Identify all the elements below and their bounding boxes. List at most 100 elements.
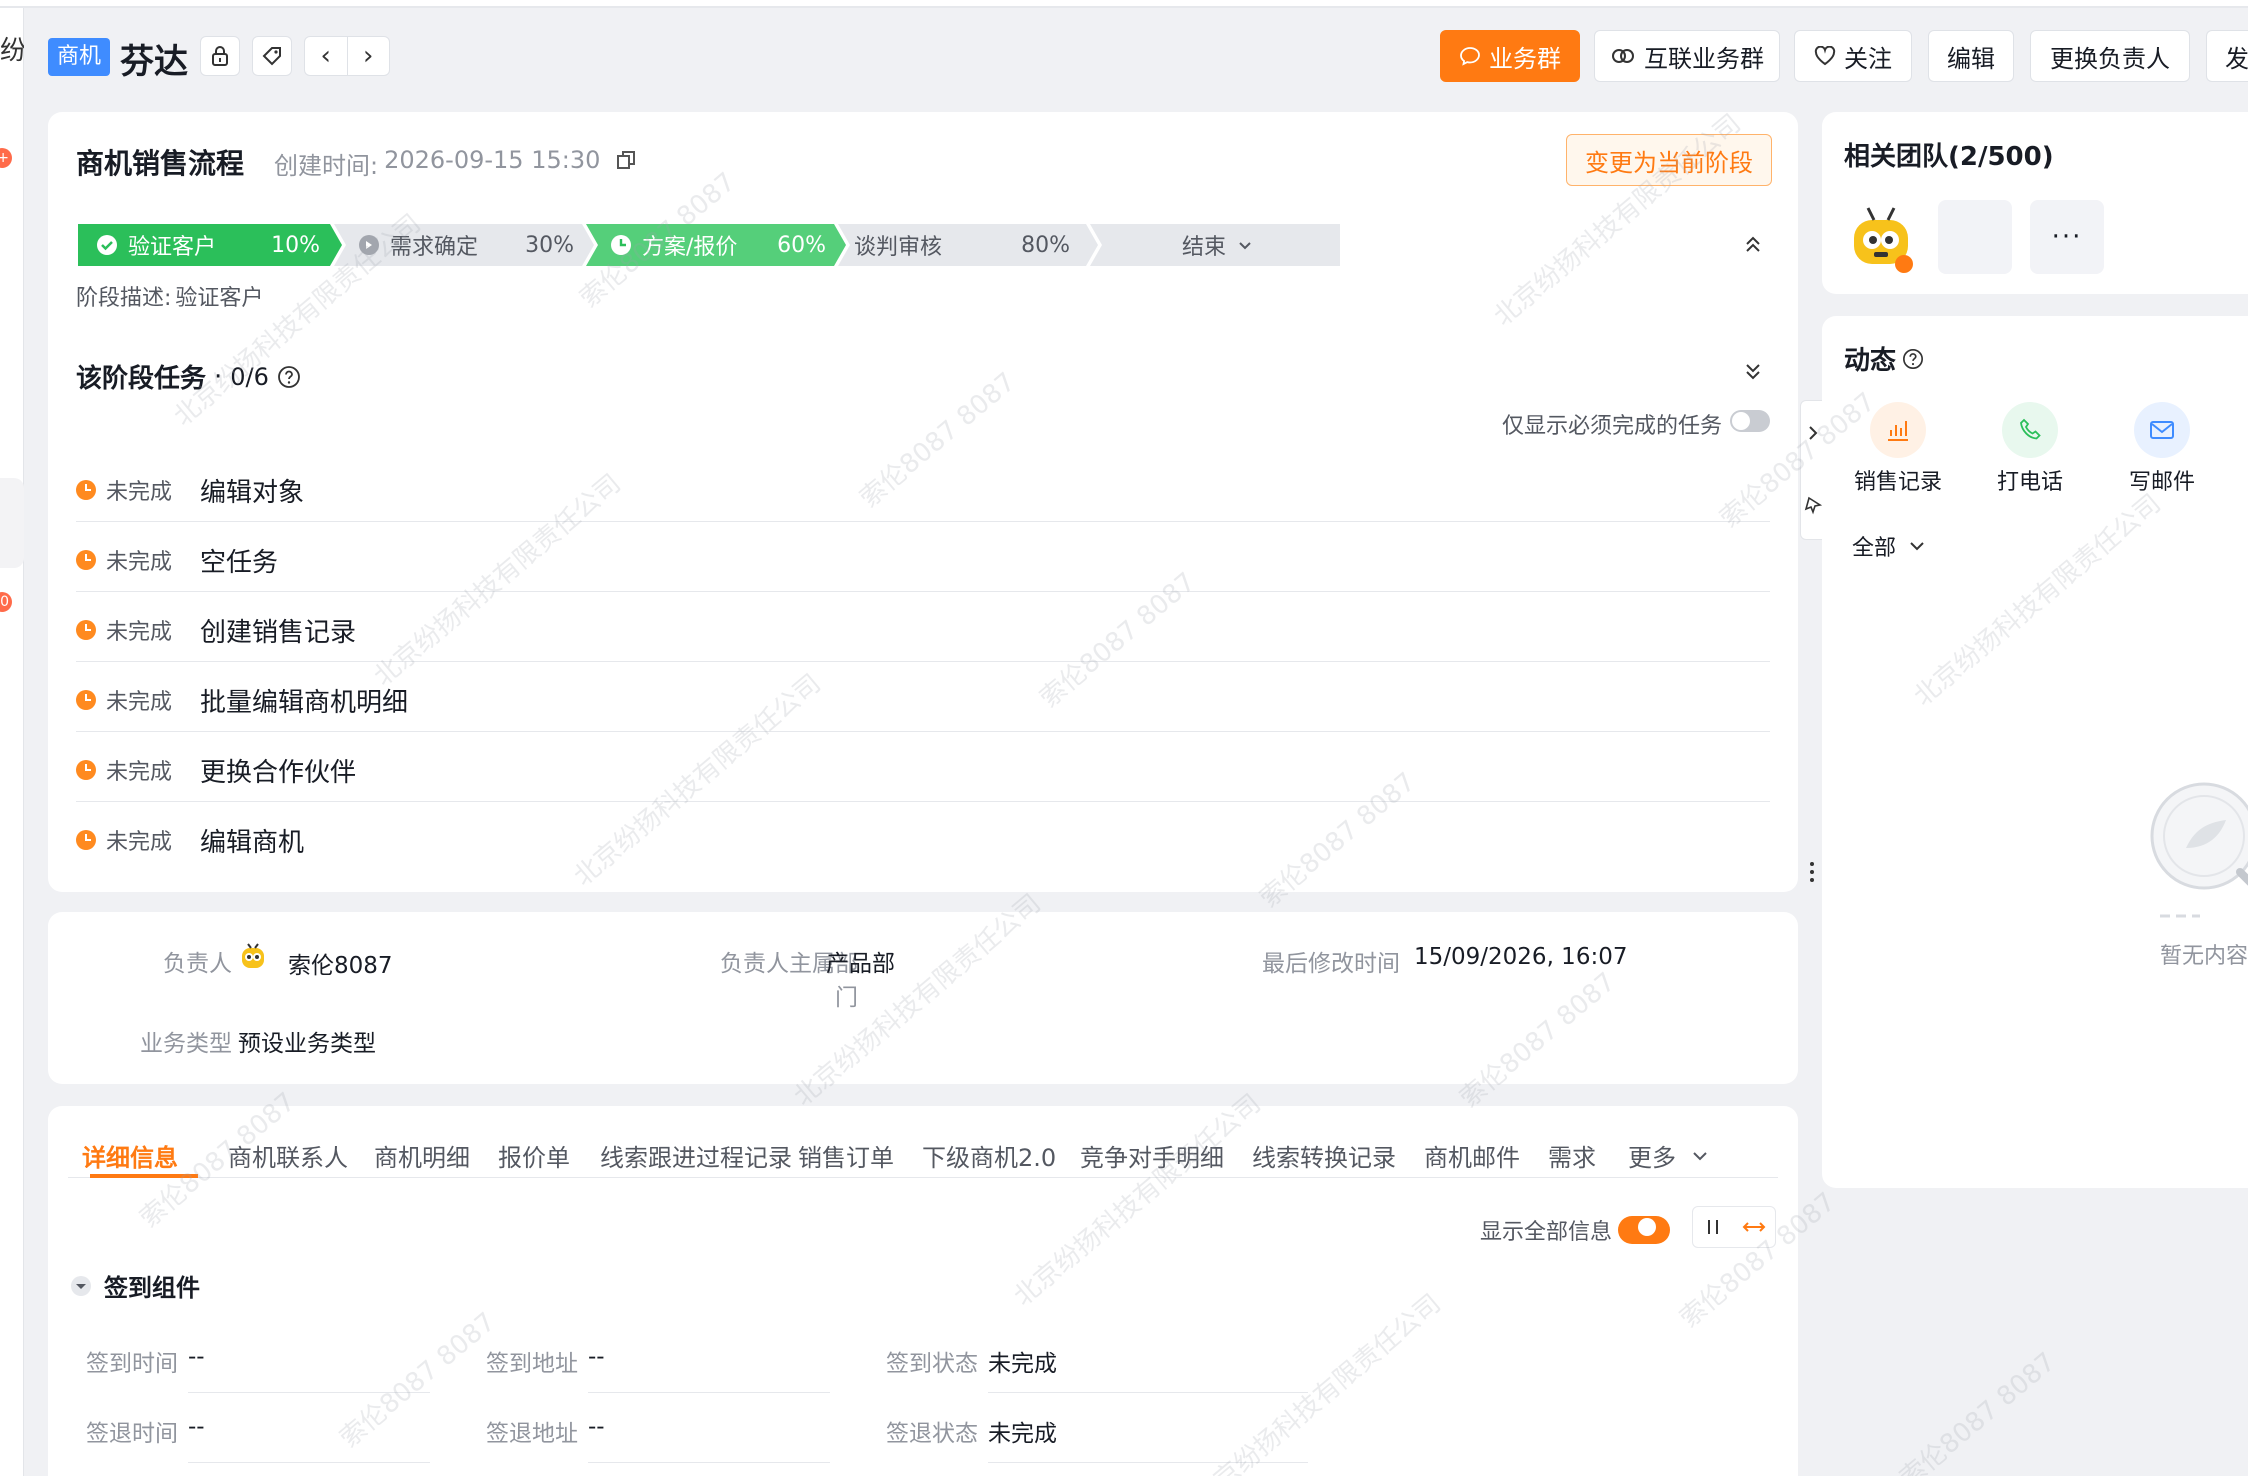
team-more-button[interactable]: ··· — [2030, 200, 2104, 274]
team-member-placeholder[interactable] — [1938, 200, 2012, 274]
activity-filter[interactable]: 全部 — [1852, 530, 1926, 562]
tab-quotes[interactable]: 报价单 — [498, 1138, 570, 1173]
checkin-field-value: -- — [188, 1344, 205, 1370]
task-row[interactable]: 未完成 编辑对象 — [76, 452, 1770, 522]
stage-5-end[interactable]: 结束 — [1108, 224, 1328, 266]
field-divider — [588, 1462, 830, 1463]
tab-emails[interactable]: 商机邮件 — [1424, 1138, 1520, 1173]
biztype-label: 业务类型 — [140, 1031, 232, 1057]
task-row[interactable]: 未完成 批量编辑商机明细 — [76, 662, 1770, 732]
task-name[interactable]: 编辑对象 — [200, 472, 304, 509]
stage-4[interactable]: 谈判审核 80% — [854, 224, 1070, 266]
modified-value: 15/09/2026, 16:07 — [1414, 944, 1628, 970]
task-name[interactable]: 更换合作伙伴 — [200, 752, 356, 789]
required-filter-toggle[interactable] — [1730, 410, 1770, 432]
task-row[interactable]: 未完成 创建销售记录 — [76, 592, 1770, 662]
team-member-avatar[interactable] — [1844, 202, 1918, 276]
watermark-text: 索伦8087 8087 — [1894, 1347, 2062, 1476]
change-stage-button[interactable]: 变更为当前阶段 — [1566, 134, 1772, 186]
task-name[interactable]: 编辑商机 — [200, 822, 304, 859]
lock-icon[interactable] — [200, 36, 240, 76]
chevron-down-icon — [1693, 1151, 1707, 1160]
task-name[interactable]: 空任务 — [200, 542, 278, 579]
change-owner-button[interactable]: 更换负责人 — [2030, 30, 2190, 82]
field-divider — [188, 1392, 430, 1393]
task-row[interactable]: 未完成 空任务 — [76, 522, 1770, 592]
pin-icon — [1804, 496, 1823, 515]
task-name[interactable]: 创建销售记录 — [200, 612, 356, 649]
expand-width-icon[interactable] — [1742, 1217, 1766, 1237]
heart-icon — [1814, 46, 1836, 66]
sales-record-icon[interactable] — [1870, 402, 1926, 458]
pending-clock-icon — [76, 760, 96, 780]
skip-circle-icon — [359, 235, 379, 255]
task-status-label: 未完成 — [106, 690, 173, 715]
pending-clock-icon — [76, 830, 96, 850]
prev-record-button[interactable]: ‹ — [305, 37, 348, 75]
layout-toggle-group — [1692, 1206, 1776, 1248]
left-rail-segment[interactable] — [0, 478, 24, 568]
task-row[interactable]: 未完成 更换合作伙伴 — [76, 732, 1770, 802]
task-status: 未完成 — [76, 614, 172, 646]
collapse-up-icon[interactable] — [1742, 234, 1764, 256]
task-status-label: 未完成 — [106, 620, 173, 645]
detail-card: 详细信息 商机联系人 商机明细 报价单 线索跟进过程记录 销售订单 下级商机2.… — [48, 1106, 1798, 1476]
task-row[interactable]: 未完成 编辑商机 — [76, 802, 1770, 872]
check-circle-icon — [97, 235, 117, 255]
tab-requirements[interactable]: 需求 — [1548, 1138, 1596, 1173]
object-type-tag: 商机 — [48, 38, 111, 76]
copy-icon[interactable] — [616, 150, 636, 170]
more-actions-button[interactable]: 发起 — [2206, 30, 2248, 82]
follow-button[interactable]: 关注 — [1794, 30, 1912, 82]
tab-opportunity-items[interactable]: 商机明细 — [374, 1138, 470, 1173]
stage-bar: 验证客户 10% 需求确定 30% 方案/报价 60% 谈判审核 80% 结束 — [78, 224, 1340, 266]
email-icon[interactable] — [2134, 402, 2190, 458]
checkin-section-header[interactable]: 签到组件 — [70, 1268, 200, 1303]
edit-button[interactable]: 编辑 — [1928, 30, 2014, 82]
field-divider — [188, 1462, 430, 1463]
phone-icon[interactable] — [2002, 402, 2058, 458]
help-icon[interactable] — [277, 365, 301, 389]
phone-label[interactable]: 打电话 — [1970, 464, 2090, 496]
next-record-button[interactable]: › — [348, 37, 390, 75]
task-status: 未完成 — [76, 684, 172, 716]
linked-group-button[interactable]: 互联业务群 — [1594, 30, 1780, 82]
tab-detail-info[interactable]: 详细信息 — [82, 1138, 178, 1173]
checkin-field-label: 签到状态 — [886, 1351, 978, 1377]
empty-text: 暂无内容 — [2160, 944, 2248, 969]
owner-avatar[interactable] — [236, 940, 270, 974]
owner-value[interactable]: 索伦8087 — [288, 946, 393, 980]
show-all-toggle[interactable] — [1618, 1216, 1670, 1244]
left-rail-badge[interactable]: + — [0, 148, 12, 168]
window-top-edge — [0, 0, 2248, 8]
stage-1[interactable]: 验证客户 10% — [96, 224, 320, 266]
tab-more[interactable]: 更多 — [1628, 1138, 1710, 1173]
checkin-field-value: -- — [188, 1414, 205, 1440]
expand-down-icon[interactable] — [1742, 360, 1764, 382]
tab-competitors[interactable]: 竞争对手明细 — [1080, 1138, 1224, 1173]
chevron-down-icon — [1910, 542, 1924, 551]
side-collapse-tab[interactable] — [1800, 400, 1824, 540]
task-status-label: 未完成 — [106, 480, 173, 505]
task-name[interactable]: 批量编辑商机明细 — [200, 682, 408, 719]
left-rail-badge-2[interactable]: 0 — [0, 592, 12, 612]
tab-sales-orders[interactable]: 销售订单 — [798, 1138, 894, 1173]
stage-3-current[interactable]: 方案/报价 60% — [610, 224, 826, 266]
tab-contacts[interactable]: 商机联系人 — [228, 1138, 348, 1173]
sales-record-label[interactable]: 销售记录 — [1838, 464, 1958, 496]
columns-icon[interactable] — [1703, 1217, 1723, 1237]
summary-card: 负责人 索伦8087 负责人主属部门 产品部 最后修改时间 15/09/2026… — [48, 912, 1798, 1084]
tab-lead-conversion[interactable]: 线索转换记录 — [1252, 1138, 1396, 1173]
tab-lead-followup[interactable]: 线索跟进过程记录 — [600, 1138, 792, 1173]
help-icon[interactable] — [1902, 348, 1924, 370]
email-label[interactable]: 写邮件 — [2102, 464, 2222, 496]
tag-icon[interactable] — [252, 36, 292, 76]
biz-group-button[interactable]: 业务群 — [1440, 30, 1580, 82]
resize-handle[interactable] — [1804, 820, 1820, 930]
task-status-label: 未完成 — [106, 830, 173, 855]
tab-sub-opportunities[interactable]: 下级商机2.0 — [922, 1138, 1056, 1173]
checkin-field-label: 签退状态 — [886, 1421, 978, 1447]
stage-2[interactable]: 需求确定 30% — [358, 224, 574, 266]
pending-clock-icon — [76, 550, 96, 570]
task-status-label: 未完成 — [106, 550, 173, 575]
